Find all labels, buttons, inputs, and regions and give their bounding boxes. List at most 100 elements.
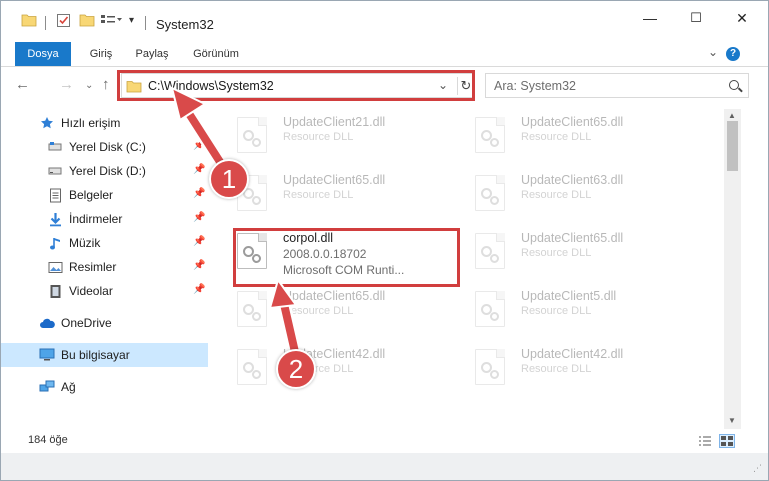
file-description: Microsoft COM Runti... (283, 263, 405, 277)
pin-icon[interactable]: 📌 (193, 260, 205, 271)
nav-label: Resimler (69, 260, 117, 274)
file-view: UpdateClient21.dll Resource DLL UpdateCl… (219, 109, 724, 429)
customize-toolbar-icon[interactable] (100, 13, 124, 27)
dll-file-icon (475, 291, 505, 327)
search-icon[interactable] (729, 80, 739, 90)
scrollbar-thumb[interactable] (727, 121, 738, 171)
nav-label: Yerel Disk (D:) (69, 164, 146, 178)
file-tile[interactable]: UpdateClient42.dll Resource DLL (219, 341, 449, 397)
tab-view[interactable]: Görünüm (185, 42, 247, 66)
pin-icon[interactable]: 📌 (193, 284, 205, 295)
dll-file-icon (475, 233, 505, 269)
forward-icon[interactable]: → (59, 76, 74, 93)
file-tile[interactable]: UpdateClient65.dll Resource DLL (219, 167, 449, 223)
details-view-icon[interactable] (697, 434, 713, 448)
address-row: ← → ⌄ ↑ C:\Windows\System32 ⌄ ↻ (1, 67, 768, 107)
file-description: Resource DLL (521, 247, 592, 259)
help-button[interactable]: ? (726, 47, 740, 61)
search-box[interactable] (485, 73, 749, 98)
pin-icon[interactable]: 📌 (193, 212, 205, 223)
refresh-icon[interactable]: ↻ (457, 77, 474, 95)
recent-locations-icon[interactable]: ⌄ (85, 80, 93, 91)
dll-file-icon (237, 117, 267, 153)
quick-access-dropdown-icon[interactable]: ▾ (129, 15, 134, 26)
title-bar: ▾ System32 — ☐ ✕ (1, 1, 768, 41)
file-tile[interactable]: UpdateClient42.dll Resource DLL (457, 341, 687, 397)
file-tile[interactable]: UpdateClient63.dll Resource DLL (457, 167, 687, 223)
file-tile-corpol-dll[interactable]: corpol.dll 2008.0.0.18702 Microsoft COM … (219, 225, 449, 281)
nav-onedrive[interactable]: OneDrive (1, 311, 208, 335)
file-description: Resource DLL (283, 131, 354, 143)
tab-share[interactable]: Paylaş (129, 42, 175, 66)
address-path[interactable]: C:\Windows\System32 (148, 79, 274, 93)
star-icon (39, 115, 55, 131)
nav-item-local-disk-d[interactable]: Yerel Disk (D:) 📌 (1, 159, 208, 183)
file-name: UpdateClient21.dll (283, 115, 386, 129)
music-icon (47, 235, 63, 251)
file-tile[interactable]: UpdateClient5.dll Resource DLL (457, 283, 687, 339)
nav-item-documents[interactable]: Belgeler 📌 (1, 183, 208, 207)
nav-label: Videolar (69, 284, 113, 298)
computer-icon (39, 347, 55, 363)
dll-file-icon (475, 175, 505, 211)
minimize-button[interactable]: — (627, 1, 673, 35)
item-count: 184 öğe (28, 434, 68, 446)
nav-label: OneDrive (61, 316, 112, 330)
search-input[interactable] (494, 75, 724, 97)
nav-network[interactable]: Ağ (1, 375, 208, 399)
address-dropdown-icon[interactable]: ⌄ (438, 78, 448, 92)
file-tile[interactable]: UpdateClient65.dll Resource DLL (457, 225, 687, 281)
file-name: UpdateClient65.dll (521, 231, 624, 245)
file-description: Resource DLL (521, 131, 592, 143)
nav-label: İndirmeler (69, 212, 123, 226)
expand-ribbon-icon[interactable]: ⌄ (708, 45, 718, 59)
window-title: System32 (156, 17, 214, 32)
file-description: Resource DLL (521, 305, 592, 317)
nav-item-pictures[interactable]: Resimler 📌 (1, 255, 208, 279)
folder-icon (21, 13, 37, 27)
nav-label: Belgeler (69, 188, 114, 202)
file-tile[interactable]: UpdateClient65.dll Resource DLL (457, 109, 687, 165)
nav-label: Bu bilgisayar (61, 348, 130, 362)
pin-icon[interactable]: 📌 (193, 188, 205, 199)
pin-icon[interactable]: 📌 (193, 140, 205, 151)
nav-item-downloads[interactable]: İndirmeler 📌 (1, 207, 208, 231)
address-bar[interactable]: C:\Windows\System32 ⌄ ↻ (121, 73, 475, 98)
file-name: corpol.dll (283, 231, 334, 245)
nav-this-pc[interactable]: Bu bilgisayar (1, 343, 208, 367)
download-icon (47, 211, 63, 227)
file-tile[interactable]: UpdateClient21.dll Resource DLL (219, 109, 449, 165)
resize-grip-icon[interactable]: ⋰ (753, 463, 762, 474)
pin-icon[interactable]: 📌 (193, 164, 205, 175)
nav-item-videos[interactable]: Videolar 📌 (1, 279, 208, 303)
tab-home[interactable]: Giriş (81, 42, 121, 66)
properties-icon[interactable] (56, 13, 71, 28)
nav-label: Hızlı erişim (61, 116, 121, 130)
navigation-pane: Hızlı erişim Yerel Disk (C:) 📌 Yerel Dis… (1, 109, 211, 429)
title-separator (45, 16, 46, 30)
videos-icon (47, 283, 63, 299)
nav-label: Müzik (69, 236, 101, 250)
tab-file[interactable]: Dosya (15, 42, 71, 66)
new-folder-icon[interactable] (79, 13, 95, 27)
dll-file-icon (475, 117, 505, 153)
file-name: UpdateClient65.dll (283, 173, 386, 187)
file-name: UpdateClient42.dll (521, 347, 624, 361)
dll-file-icon (237, 291, 267, 327)
nav-quick-access[interactable]: Hızlı erişim (1, 111, 208, 135)
close-button[interactable]: ✕ (719, 1, 765, 35)
file-description: Resource DLL (283, 189, 354, 201)
nav-item-music[interactable]: Müzik 📌 (1, 231, 208, 255)
nav-item-local-disk-c[interactable]: Yerel Disk (C:) 📌 (1, 135, 208, 159)
tiles-view-icon[interactable] (719, 434, 735, 448)
up-icon[interactable]: ↑ (102, 76, 110, 93)
vertical-scrollbar[interactable]: ▲ ▼ (724, 109, 741, 429)
scroll-down-icon[interactable]: ▼ (728, 416, 736, 425)
file-tile[interactable]: UpdateClient65.dll Resource DLL (219, 283, 449, 339)
back-icon[interactable]: ← (15, 76, 30, 93)
scroll-up-icon[interactable]: ▲ (728, 111, 736, 120)
file-name: UpdateClient42.dll (283, 347, 386, 361)
pin-icon[interactable]: 📌 (193, 236, 205, 247)
maximize-button[interactable]: ☐ (673, 1, 719, 35)
dll-file-icon (237, 175, 267, 211)
